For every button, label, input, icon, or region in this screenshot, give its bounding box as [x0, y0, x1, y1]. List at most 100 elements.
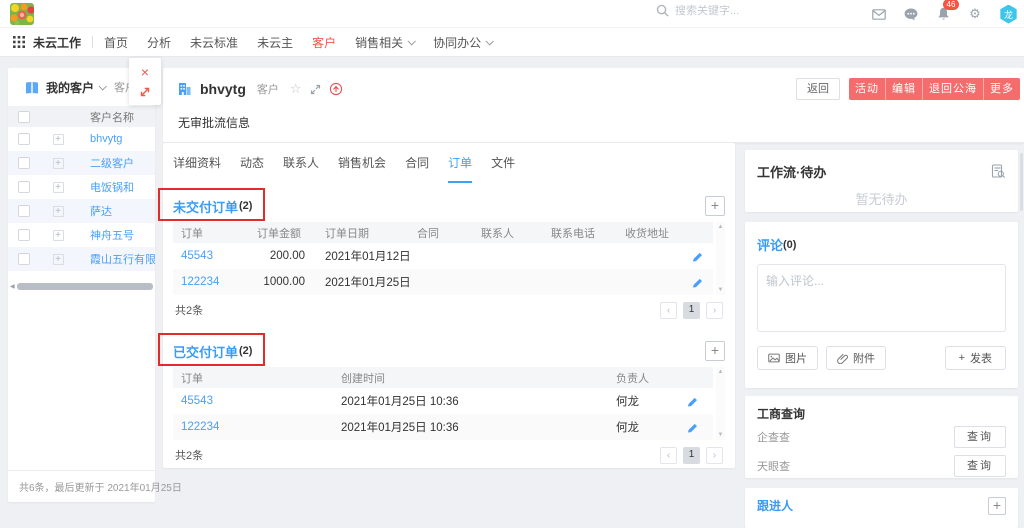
publish-comment-button[interactable]: + 发表: [945, 346, 1006, 370]
comment-input[interactable]: [757, 264, 1006, 332]
horizontal-scrollbar[interactable]: ◀: [10, 282, 153, 290]
expand-diagonal-icon[interactable]: [139, 86, 151, 98]
customer-row[interactable]: + 二级客户: [8, 151, 155, 175]
edit-icon[interactable]: [678, 396, 713, 407]
return-to-pool-button[interactable]: 退回公海: [922, 78, 983, 100]
add-order-button[interactable]: +: [705, 196, 725, 216]
order-link[interactable]: 45543: [173, 395, 333, 407]
order-owner: 何龙: [608, 419, 678, 435]
add-image-button[interactable]: 图片: [757, 346, 818, 370]
customer-name-link[interactable]: 霞山五行有限: [76, 251, 155, 267]
expand-icon[interactable]: [310, 84, 321, 95]
customer-name-link[interactable]: 神舟五号: [76, 227, 155, 243]
edit-icon[interactable]: [678, 422, 713, 433]
row-checkbox[interactable]: [18, 181, 30, 193]
add-attachment-button[interactable]: 附件: [826, 346, 886, 370]
tab-details[interactable]: 详细资料: [173, 143, 221, 183]
expand-row-icon[interactable]: +: [53, 254, 64, 265]
tab-activity[interactable]: 动态: [240, 143, 264, 183]
expand-row-icon[interactable]: +: [53, 182, 64, 193]
customer-row[interactable]: + 电饭锅和: [8, 175, 155, 199]
edit-icon[interactable]: [683, 251, 713, 262]
select-all-checkbox[interactable]: [18, 111, 30, 123]
close-icon[interactable]: ×: [141, 65, 149, 79]
vertical-scrollbar[interactable]: ▲ ▼: [716, 222, 725, 295]
audit-log-icon[interactable]: [991, 164, 1006, 179]
apps-grid-icon[interactable]: [13, 36, 25, 48]
scroll-left-icon[interactable]: ◀: [10, 283, 15, 290]
user-avatar[interactable]: 龙: [999, 5, 1018, 24]
vertical-scrollbar[interactable]: ▲ ▼: [716, 367, 725, 440]
nav-item-customer[interactable]: 客户: [312, 34, 336, 51]
prev-page-button[interactable]: ‹: [660, 302, 677, 319]
expand-row-icon[interactable]: +: [53, 230, 64, 241]
lookup-query-button[interactable]: 查询: [954, 455, 1006, 477]
scrollbar-thumb[interactable]: [17, 283, 153, 290]
back-button[interactable]: 返回: [796, 78, 840, 100]
mail-icon[interactable]: [871, 6, 887, 22]
add-follower-button[interactable]: +: [988, 497, 1006, 515]
nav-item-sales[interactable]: 销售相关: [355, 34, 414, 51]
next-page-button[interactable]: ›: [706, 302, 723, 319]
nav-item-main[interactable]: 未云主: [257, 34, 293, 51]
tab-opportunities[interactable]: 销售机会: [338, 143, 386, 183]
expand-row-icon[interactable]: +: [53, 134, 64, 145]
more-button[interactable]: 更多: [983, 78, 1020, 100]
next-page-button[interactable]: ›: [706, 447, 723, 464]
sidebar-view-title[interactable]: 我的客户: [46, 79, 94, 96]
customer-row[interactable]: + 神舟五号: [8, 223, 155, 247]
action-button-group: 活动 编辑 退回公海 更多: [849, 78, 1020, 100]
row-checkbox[interactable]: [18, 205, 30, 217]
main-navbar: 未云工作 首页 分析 未云标准 未云主 客户 销售相关 协同办公: [0, 28, 1024, 57]
lookup-query-button[interactable]: 查询: [954, 426, 1006, 448]
tab-contacts[interactable]: 联系人: [283, 143, 319, 183]
scroll-up-icon[interactable]: ▲: [718, 224, 724, 230]
order-link[interactable]: 122234: [173, 421, 333, 433]
prev-page-button[interactable]: ‹: [660, 447, 677, 464]
nav-item-standard[interactable]: 未云标准: [190, 34, 238, 51]
scroll-up-icon[interactable]: ▲: [718, 369, 724, 375]
paperclip-icon: [837, 353, 848, 364]
row-checkbox[interactable]: [18, 229, 30, 241]
customer-name-link[interactable]: 电饭锅和: [76, 179, 155, 195]
settings-gear-icon[interactable]: ⚙: [967, 6, 983, 22]
expand-row-icon[interactable]: +: [53, 206, 64, 217]
customer-row[interactable]: + 萨达: [8, 199, 155, 223]
customer-title: bhvytg: [200, 81, 246, 97]
notification-bell-icon[interactable]: 46: [935, 6, 951, 22]
activity-button[interactable]: 活动: [849, 78, 885, 100]
star-favorite-icon[interactable]: ☆: [290, 83, 302, 95]
customer-name-link[interactable]: 萨达: [76, 203, 155, 219]
scroll-down-icon[interactable]: ▼: [718, 287, 724, 293]
tab-contracts[interactable]: 合同: [405, 143, 429, 183]
customer-row[interactable]: + bhvytg: [8, 127, 155, 151]
edit-icon[interactable]: [683, 277, 713, 288]
customer-name-link[interactable]: 二级客户: [76, 155, 155, 171]
nav-item-home[interactable]: 首页: [104, 34, 128, 51]
business-lookup-title: 工商查询: [757, 405, 1006, 422]
workspace-name[interactable]: 未云工作: [33, 34, 81, 51]
row-checkbox[interactable]: [18, 157, 30, 169]
customer-row[interactable]: + 霞山五行有限: [8, 247, 155, 271]
current-page[interactable]: 1: [683, 302, 700, 319]
search-input[interactable]: [675, 5, 805, 17]
order-link[interactable]: 122234: [173, 276, 249, 288]
current-page[interactable]: 1: [683, 447, 700, 464]
expand-row-icon[interactable]: +: [53, 158, 64, 169]
order-link[interactable]: 45543: [173, 250, 249, 262]
customer-name-link[interactable]: bhvytg: [76, 133, 155, 145]
edit-button[interactable]: 编辑: [885, 78, 922, 100]
scroll-down-icon[interactable]: ▼: [718, 432, 724, 438]
tab-files[interactable]: 文件: [491, 143, 515, 183]
nav-item-analysis[interactable]: 分析: [147, 34, 171, 51]
nav-item-office[interactable]: 协同办公: [433, 34, 492, 51]
order-date: 2021年01月25日: [317, 274, 409, 290]
chat-icon[interactable]: [903, 6, 919, 22]
add-order-button[interactable]: +: [705, 341, 725, 361]
order-date: 2021年01月12日: [317, 248, 409, 264]
row-checkbox[interactable]: [18, 253, 30, 265]
right-panel-scrollbar[interactable]: [1020, 153, 1023, 211]
app-logo[interactable]: [10, 3, 34, 25]
row-checkbox[interactable]: [18, 133, 30, 145]
tab-orders[interactable]: 订单: [448, 143, 472, 183]
